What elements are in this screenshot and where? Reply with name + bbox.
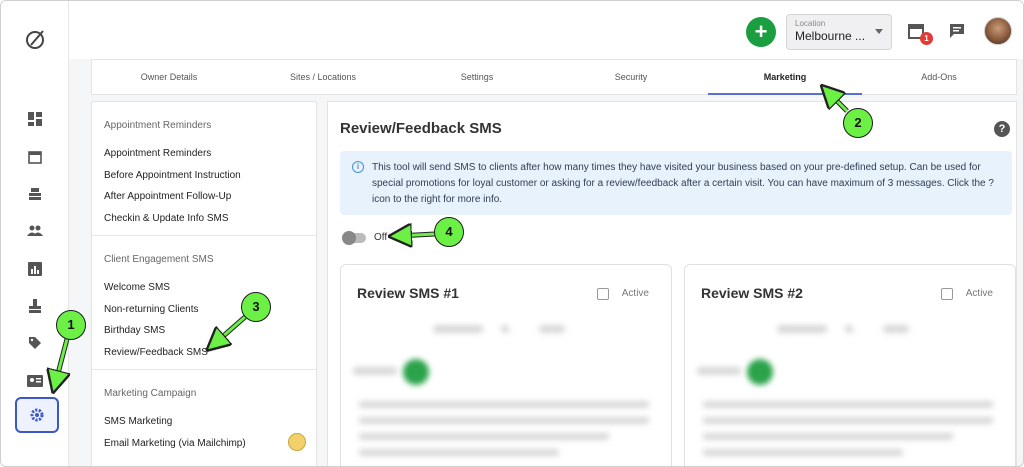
blurred-text [703,449,903,456]
blurred-text [703,401,993,408]
blurred-text [703,433,953,440]
settings-button[interactable] [15,397,59,433]
info-icon: i [352,161,364,173]
notification-badge: 1 [920,32,933,45]
blurred-field [845,325,853,333]
menu-item-before-appointment[interactable]: Before Appointment Instruction [104,165,304,187]
clients-icon[interactable] [25,221,45,241]
menu-section-title: Appointment Reminders [104,120,212,131]
tab-owner-details[interactable]: Owner Details [92,60,246,94]
menu-item-birthday-sms[interactable]: Birthday SMS [104,320,304,342]
menu-divider [92,235,316,236]
active-label: Active [621,288,649,299]
location-label: Location [795,19,826,28]
app-logo-icon[interactable] [23,27,47,51]
blurred-field [353,367,397,375]
dashboard-icon[interactable] [25,109,45,129]
review-sms-card: Review SMS #1 Active [340,264,672,466]
tag-icon[interactable] [25,333,45,353]
help-icon[interactable]: ? [994,121,1010,137]
toggle-label: Off [374,232,388,243]
location-select[interactable]: Location Melbourne ... [786,14,892,50]
card-title: Review SMS #2 [701,285,803,301]
menu-section-client-engagement: Client Engagement SMS Welcome SMS Non-re… [92,254,316,363]
card-title: Review SMS #1 [357,285,459,301]
add-button[interactable]: + [746,17,776,47]
calendar-icon[interactable] [25,147,45,167]
menu-item-review-feedback[interactable]: Review/Feedback SMS [104,342,304,364]
annotation-badge: 2 [843,108,873,138]
menu-item-after-appointment[interactable]: After Appointment Follow-Up [104,186,304,208]
reports-icon[interactable] [25,259,45,279]
blurred-field [433,325,483,333]
tab-security[interactable]: Security [554,60,708,94]
blurred-text [359,433,609,440]
location-value: Melbourne ... [795,29,866,43]
active-checkbox[interactable] [597,288,609,300]
blurred-text [703,417,993,424]
menu-section-marketing-campaign: Marketing Campaign SMS Marketing Email M… [92,388,316,454]
active-label: Active [965,288,993,299]
review-feedback-panel: Review/Feedback SMS ? i This tool will s… [327,101,1017,466]
menu-section-title: Marketing Campaign [104,388,197,399]
staff-card-icon[interactable] [25,371,45,391]
menu-item-checkin-update[interactable]: Checkin & Update Info SMS [104,208,304,230]
tab-settings[interactable]: Settings [400,60,554,94]
blurred-text [359,401,649,408]
tab-add-ons[interactable]: Add-Ons [862,60,1016,94]
gear-icon [30,408,44,422]
annotation-badge: 4 [434,217,464,247]
blurred-text [359,417,649,424]
settings-tabs: Owner Details Sites / Locations Settings… [91,59,1017,95]
annotation-badge: 3 [241,292,271,322]
menu-section-appointment-reminders: Appointment Reminders Appointment Remind… [92,120,316,229]
menu-item-email-marketing[interactable]: Email Marketing (via Mailchimp) [104,433,304,455]
app-window: + Location Melbourne ... 1 Owner Details… [0,0,1024,467]
marketing-menu: Appointment Reminders Appointment Remind… [91,101,317,466]
menu-item-appointment-reminders[interactable]: Appointment Reminders [104,143,304,165]
review-sms-card: Review SMS #2 Active [684,264,1016,466]
enable-toggle[interactable] [342,231,366,245]
page-title: Review/Feedback SMS [340,120,502,137]
menu-section-title: Client Engagement SMS [104,254,214,265]
blurred-field [697,367,741,375]
annotation-badge: 1 [56,310,86,340]
blurred-field [539,325,565,333]
blurred-field [777,325,827,333]
menu-divider [92,369,316,370]
chat-icon[interactable] [949,23,965,39]
menu-item-non-returning[interactable]: Non-returning Clients [104,299,304,321]
blurred-text [359,449,559,456]
active-checkbox[interactable] [941,288,953,300]
blurred-tag [747,359,773,385]
blurred-field [501,325,509,333]
blurred-field [883,325,909,333]
blurred-tag [403,359,429,385]
chevron-down-icon [875,29,883,34]
info-text: This tool will send SMS to clients after… [372,162,994,205]
menu-item-welcome-sms[interactable]: Welcome SMS [104,277,304,299]
register-icon[interactable] [25,184,45,204]
tab-marketing[interactable]: Marketing [708,60,862,95]
left-nav-rail [1,1,69,466]
user-avatar[interactable] [984,17,1012,45]
top-bar: + Location Melbourne ... 1 [69,1,1023,59]
inventory-icon[interactable] [25,296,45,316]
info-banner: i This tool will send SMS to clients aft… [340,151,1012,215]
menu-item-sms-marketing[interactable]: SMS Marketing [104,411,304,433]
tab-sites-locations[interactable]: Sites / Locations [246,60,400,94]
mailchimp-icon [288,433,306,451]
